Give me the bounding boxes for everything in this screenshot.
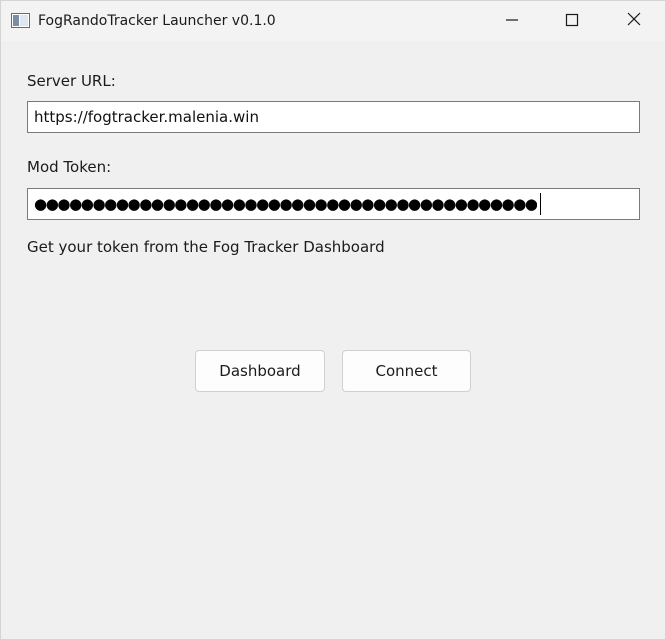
- server-url-label: Server URL:: [27, 72, 116, 90]
- maximize-button[interactable]: [542, 1, 602, 41]
- close-icon: [626, 11, 642, 31]
- app-icon: [11, 13, 30, 28]
- text-caret: [539, 193, 541, 215]
- title-bar[interactable]: FogRandoTracker Launcher v0.1.0: [1, 1, 665, 41]
- minimize-icon: [505, 12, 519, 31]
- server-url-input[interactable]: https://fogtracker.malenia.win: [27, 101, 640, 133]
- connect-button[interactable]: Connect: [342, 350, 471, 392]
- dashboard-button[interactable]: Dashboard: [195, 350, 325, 392]
- close-button[interactable]: [604, 1, 664, 41]
- token-hint: Get your token from the Fog Tracker Dash…: [27, 238, 385, 256]
- launcher-window: FogRandoTracker Launcher v0.1.0 Server U…: [0, 0, 666, 640]
- minimize-button[interactable]: [482, 1, 542, 41]
- mod-token-masked-value: ●●●●●●●●●●●●●●●●●●●●●●●●●●●●●●●●●●●●●●●●…: [34, 195, 537, 213]
- mod-token-label: Mod Token:: [27, 158, 112, 176]
- window-title: FogRandoTracker Launcher v0.1.0: [38, 13, 276, 29]
- mod-token-input[interactable]: ●●●●●●●●●●●●●●●●●●●●●●●●●●●●●●●●●●●●●●●●…: [27, 188, 640, 220]
- maximize-icon: [565, 12, 579, 31]
- server-url-value: https://fogtracker.malenia.win: [34, 108, 259, 126]
